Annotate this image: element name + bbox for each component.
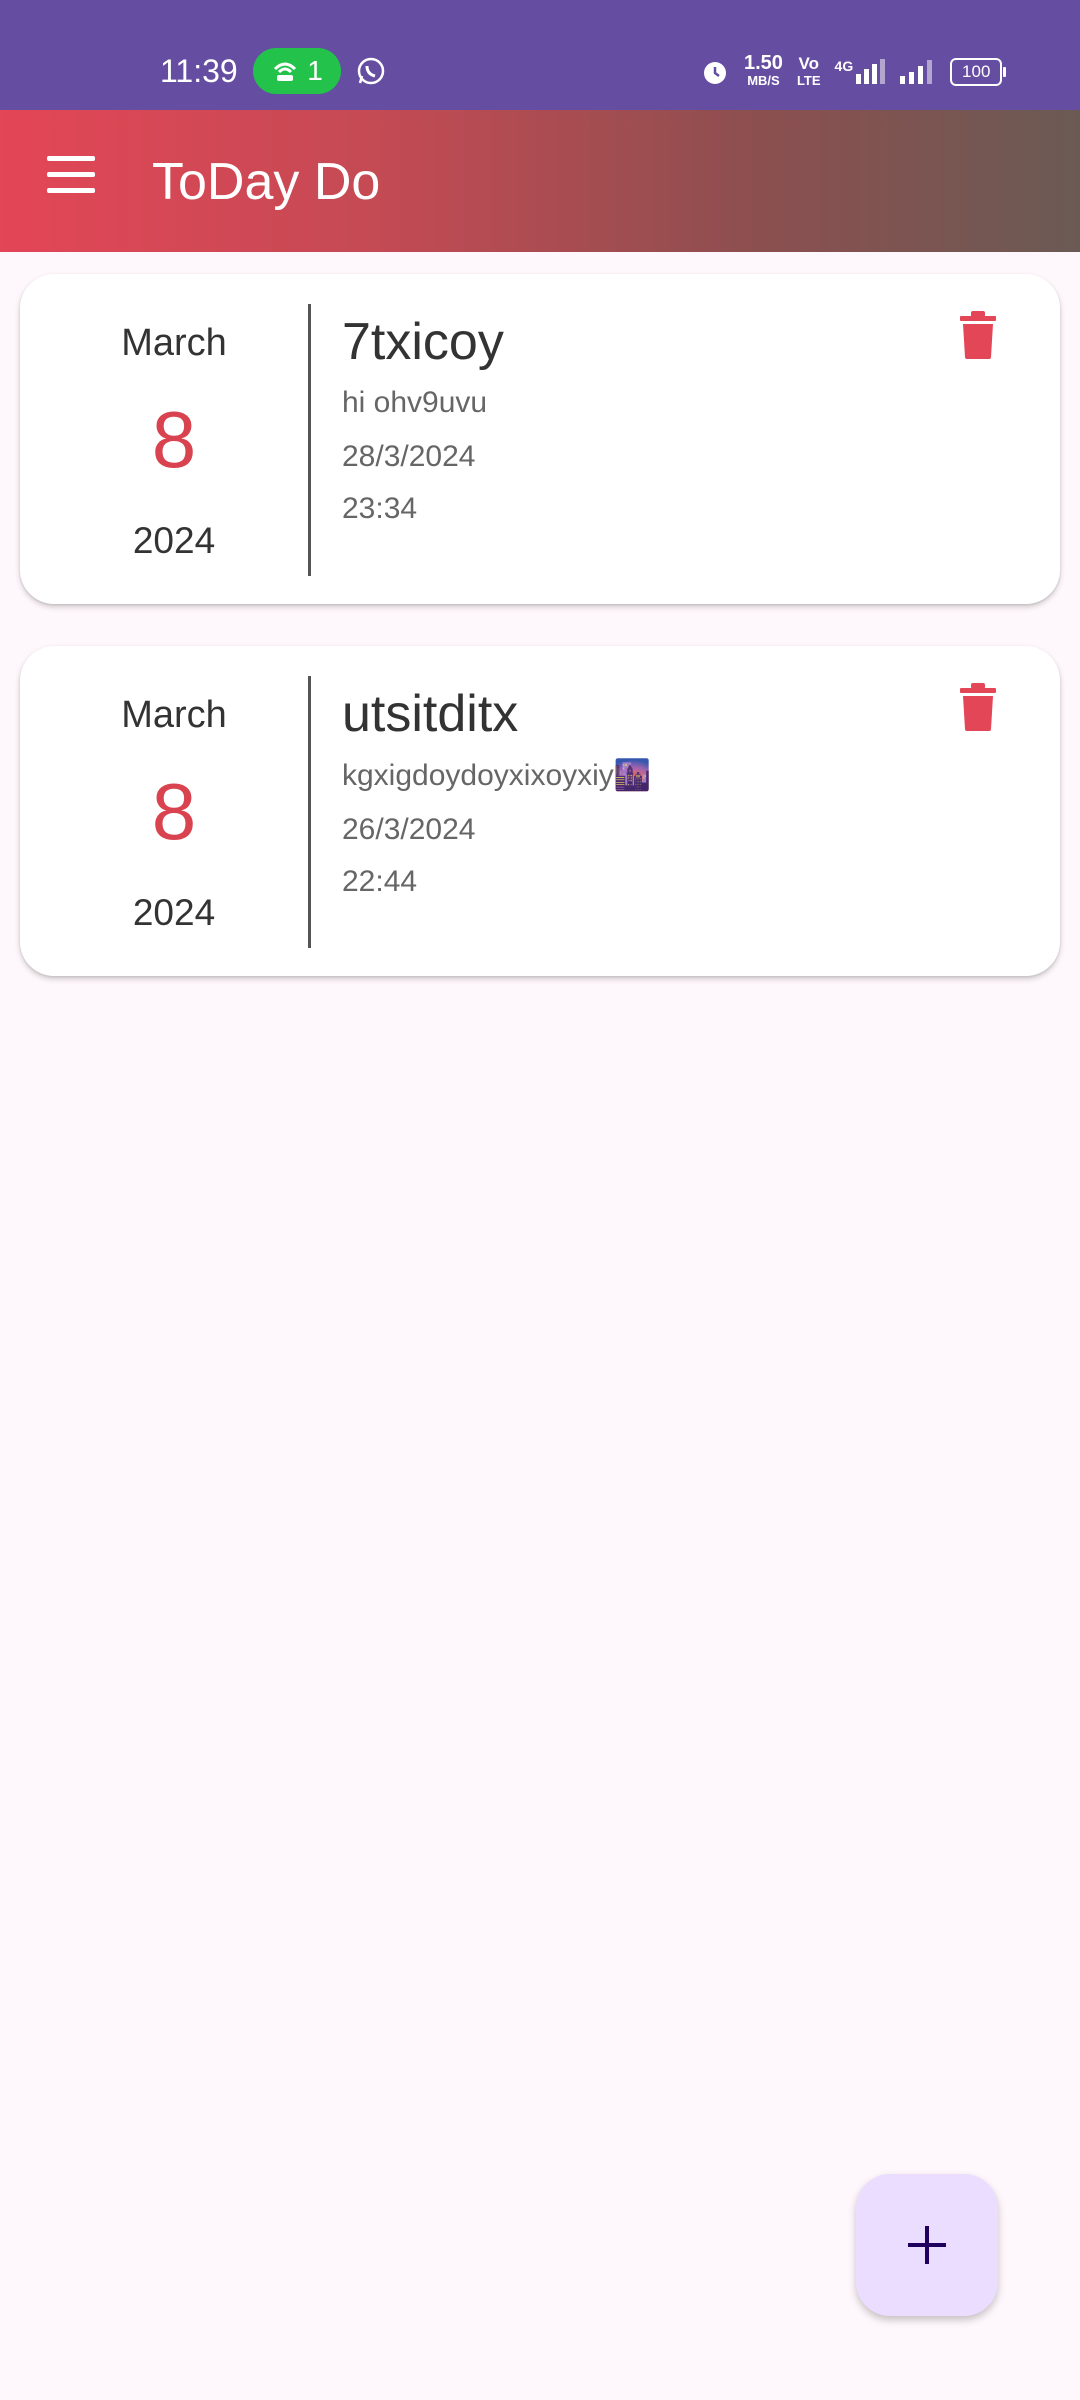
network-speed: 1.50 MB/S (744, 52, 783, 89)
signal-strength-icon (856, 59, 886, 84)
task-details: utsitditx kgxigdoydoyxixoyxiy🌆 26/3/2024… (342, 682, 651, 899)
plus-icon (908, 2226, 946, 2264)
status-right-icons: 1.50 MB/S Vo LTE 4G 100 (700, 52, 1007, 92)
signal-4g: 4G (835, 58, 887, 86)
task-card[interactable]: March 8 2024 7txicoy hi ohv9uvu 28/3/202… (20, 274, 1060, 604)
task-year: 2024 (132, 520, 216, 561)
task-title: 7txicoy (342, 313, 504, 371)
task-due-date: 26/3/2024 (342, 813, 476, 846)
hotspot-count: 1 (307, 55, 323, 86)
task-details: 7txicoy hi ohv9uvu 28/3/2024 23:34 (342, 310, 504, 526)
volte-indicator: Vo LTE (797, 55, 821, 89)
hotspot-icon (274, 62, 297, 81)
hamburger-menu-icon[interactable] (36, 156, 106, 206)
status-time: 11:39 (160, 53, 238, 89)
task-due-time: 22:44 (342, 865, 418, 898)
task-title: utsitditx (342, 685, 519, 743)
task-description: kgxigdoydoyxixoyxiy🌆 (342, 759, 652, 792)
hotspot-indicator: 1 (253, 48, 341, 94)
signal-strength-icon-2 (900, 60, 933, 84)
alarm-icon (704, 62, 726, 84)
volte-bottom: LTE (796, 73, 821, 88)
network-type: 4G (834, 58, 854, 74)
trash-icon[interactable] (958, 310, 998, 360)
task-month: March (121, 694, 227, 736)
app-title: ToDay Do (152, 153, 381, 211)
card-divider (308, 304, 311, 576)
app-bar: ToDay Do (0, 110, 1080, 252)
task-day: 8 (151, 395, 197, 484)
battery-level: 100 (962, 62, 991, 81)
task-description: hi ohv9uvu (342, 386, 488, 419)
task-day: 8 (151, 767, 197, 856)
speed-unit: MB/S (747, 73, 780, 88)
status-bar: 11:39 1 1.50 MB/S Vo LTE 4G 100 (0, 0, 1080, 110)
task-year: 2024 (132, 892, 216, 933)
trash-icon[interactable] (958, 682, 998, 732)
volte-top: Vo (798, 54, 819, 73)
task-due-date: 28/3/2024 (342, 440, 476, 473)
task-date-block: March 8 2024 (20, 274, 328, 604)
task-due-time: 23:34 (342, 492, 418, 525)
task-month: March (121, 322, 227, 364)
card-divider (308, 676, 311, 948)
speed-value: 1.50 (744, 52, 783, 74)
task-date-block: March 8 2024 (20, 646, 328, 976)
add-task-button[interactable] (856, 2174, 998, 2316)
whatsapp-icon (357, 57, 385, 85)
task-card[interactable]: March 8 2024 utsitditx kgxigdoydoyxixoyx… (20, 646, 1060, 976)
battery-icon: 100 (950, 58, 1007, 86)
